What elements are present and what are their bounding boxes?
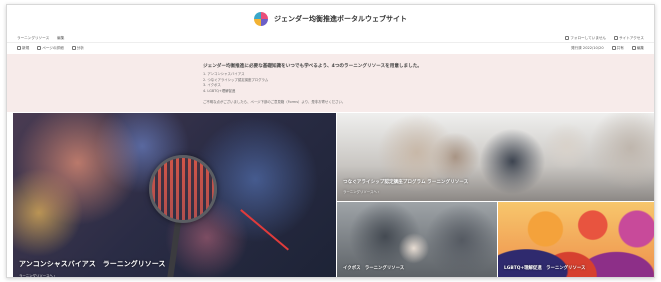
share-icon [614, 36, 619, 40]
tile-lgbtq[interactable]: LGBTQ+理解促進 ラーニングリソース [498, 202, 654, 277]
tile-link[interactable]: ラーニングリソースへ › [343, 189, 379, 194]
banner-note: ご不明な点がございましたら、ページ下部のご意見箱（Forms）より、是非お寄せく… [203, 100, 346, 104]
site-nav: ラーニングリソース 編集 フォローしていません サイトアクセス [7, 35, 654, 43]
browser-window: ジェンダー均衡推進ポータルウェブサイト ラーニングリソース 編集 フォローしてい… [6, 4, 655, 278]
edit-button[interactable]: 編集 [631, 45, 644, 51]
tile-allyship-program[interactable]: つなぐアライシップ認定講座プログラム ラーニングリソース ラーニングリソースへ … [337, 113, 654, 201]
resource-list: 1. アンコンシャスバイアス 2. つなぐアライシップ認定講座プログラム 3. … [203, 72, 268, 94]
share-button[interactable]: 共有 [611, 45, 624, 51]
banner-headline: ジェンダー均衡推進に必要な基礎知識をいつでも学べるよう、4つのラーニングリソース… [203, 64, 422, 69]
chart-icon [71, 45, 76, 50]
follow-label: フォローしていません [570, 36, 607, 40]
share-label: 共有 [616, 45, 624, 50]
tile-link[interactable]: ラーニングリソースへ › [19, 273, 55, 277]
gear-icon [37, 45, 42, 50]
nav-site-name[interactable]: ラーニングリソース [17, 36, 49, 41]
pencil-icon [631, 45, 636, 50]
site-title[interactable]: ジェンダー均衡推進ポータルウェブサイト [274, 14, 407, 24]
command-bar: 新規 ページの詳細 分析 発行済 2022/10/20 共有 編集 [7, 44, 654, 52]
tile-ikuboss[interactable]: イクボス ラーニングリソース [337, 202, 497, 277]
page-details-label: ページの詳細 [42, 45, 64, 50]
tile-unconscious-bias[interactable]: アンコンシャスバイアス ラーニングリソース ラーニングリソースへ › [13, 113, 336, 277]
page-details-button[interactable]: ページの詳細 [37, 45, 64, 51]
magnifier-lens [149, 155, 217, 223]
site-access-button[interactable]: サイトアクセス [614, 36, 644, 41]
share2-icon [611, 45, 616, 50]
intro-banner: ジェンダー均衡推進に必要な基礎知識をいつでも学べるよう、4つのラーニングリソース… [7, 54, 654, 112]
analytics-label: 分析 [76, 45, 84, 50]
magnifier-handle [166, 220, 182, 277]
tile-title: イクボス ラーニングリソース [343, 266, 405, 271]
published-status: 発行済 2022/10/20 [570, 45, 604, 50]
site-logo-icon [254, 12, 268, 26]
red-arrow-annotation [240, 209, 289, 251]
resource-list-item: 4. LGBTQ+理解促進 [203, 88, 236, 93]
star-icon [565, 36, 570, 40]
site-access-label: サイトアクセス [619, 36, 644, 40]
tile-title: LGBTQ+理解促進 ラーニングリソース [504, 266, 586, 271]
nav-edit-link[interactable]: 編集 [57, 36, 64, 41]
tile-title: アンコンシャスバイアス ラーニングリソース [19, 260, 166, 268]
new-button[interactable]: 新規 [17, 45, 30, 51]
analytics-button[interactable]: 分析 [71, 45, 84, 51]
site-header: ジェンダー均衡推進ポータルウェブサイト [7, 5, 654, 33]
tile-title: つなぐアライシップ認定講座プログラム ラーニングリソース [343, 180, 469, 185]
new-label: 新規 [22, 45, 30, 50]
plus-icon [17, 45, 21, 50]
edit-label: 編集 [636, 45, 644, 50]
follow-button[interactable]: フォローしていません [565, 36, 606, 41]
